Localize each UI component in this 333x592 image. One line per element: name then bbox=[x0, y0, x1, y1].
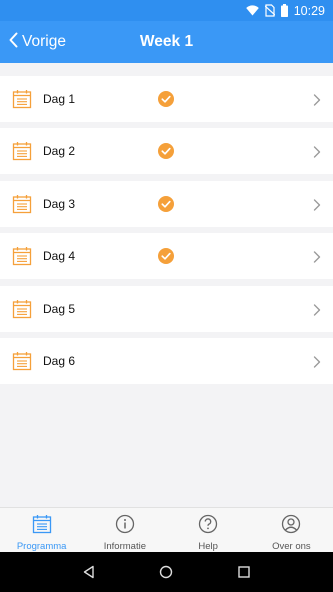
check-circle-icon bbox=[158, 143, 174, 160]
tab-help[interactable]: Help bbox=[167, 508, 250, 552]
day-row[interactable]: Dag 6 bbox=[0, 337, 333, 384]
calendar-icon bbox=[12, 299, 32, 319]
tab-informatie-label: Informatie bbox=[103, 541, 146, 552]
nav-back-icon[interactable] bbox=[79, 562, 99, 582]
check-circle-icon bbox=[158, 248, 174, 265]
calendar-icon bbox=[12, 141, 32, 161]
day-label: Dag 4 bbox=[43, 249, 76, 264]
android-nav-bar bbox=[0, 552, 333, 592]
tab-over-ons[interactable]: Over ons bbox=[250, 508, 333, 552]
day-row[interactable]: Dag 4 bbox=[0, 233, 333, 280]
app-bar: Vorige Week 1 bbox=[0, 21, 333, 63]
calendar-icon bbox=[12, 89, 32, 109]
calendar-icon bbox=[12, 246, 32, 266]
calendar-icon bbox=[12, 351, 32, 371]
day-label: Dag 3 bbox=[43, 196, 76, 211]
check-circle-icon bbox=[158, 91, 174, 107]
status-bar: 10:29 bbox=[0, 0, 333, 21]
calendar-icon bbox=[32, 514, 52, 539]
battery-icon bbox=[280, 4, 288, 17]
day-list: Dag 1 Dag 2 Dag 3 Dag 4 Dag 5 Dag 6 bbox=[0, 63, 333, 390]
tab-programma[interactable]: Programma bbox=[0, 508, 83, 552]
day-row[interactable]: Dag 5 bbox=[0, 285, 333, 332]
day-label: Dag 2 bbox=[43, 144, 76, 159]
chevron-right-icon bbox=[313, 198, 321, 211]
chevron-right-icon bbox=[313, 355, 321, 368]
day-label: Dag 1 bbox=[43, 92, 76, 106]
info-icon bbox=[115, 514, 135, 539]
day-row[interactable]: Dag 2 bbox=[0, 128, 333, 175]
check-circle-icon bbox=[158, 195, 174, 212]
chevron-left-icon bbox=[8, 32, 19, 53]
calendar-icon bbox=[12, 194, 32, 214]
chevron-right-icon bbox=[313, 93, 321, 106]
wifi-icon bbox=[245, 5, 259, 16]
tab-bar: Programma Informatie Help Over ons bbox=[0, 507, 333, 552]
user-icon bbox=[281, 514, 301, 539]
nav-recents-icon[interactable] bbox=[234, 562, 254, 582]
nav-home-icon[interactable] bbox=[156, 562, 176, 582]
chevron-right-icon bbox=[313, 303, 321, 316]
tab-help-label: Help bbox=[198, 541, 218, 552]
day-row[interactable]: Dag 3 bbox=[0, 180, 333, 227]
tab-over-ons-label: Over ons bbox=[272, 541, 311, 552]
tab-informatie[interactable]: Informatie bbox=[83, 508, 166, 552]
clock-time: 10:29 bbox=[293, 3, 325, 18]
no-sim-icon bbox=[264, 4, 275, 17]
chevron-right-icon bbox=[313, 145, 321, 159]
day-row[interactable]: Dag 1 bbox=[0, 76, 333, 122]
day-label: Dag 5 bbox=[43, 301, 76, 316]
day-label: Dag 6 bbox=[43, 353, 76, 368]
chevron-right-icon bbox=[313, 250, 321, 263]
help-icon bbox=[198, 514, 218, 539]
back-button[interactable]: Vorige bbox=[8, 21, 66, 63]
tab-programma-label: Programma bbox=[16, 541, 67, 552]
back-label: Vorige bbox=[22, 33, 66, 50]
